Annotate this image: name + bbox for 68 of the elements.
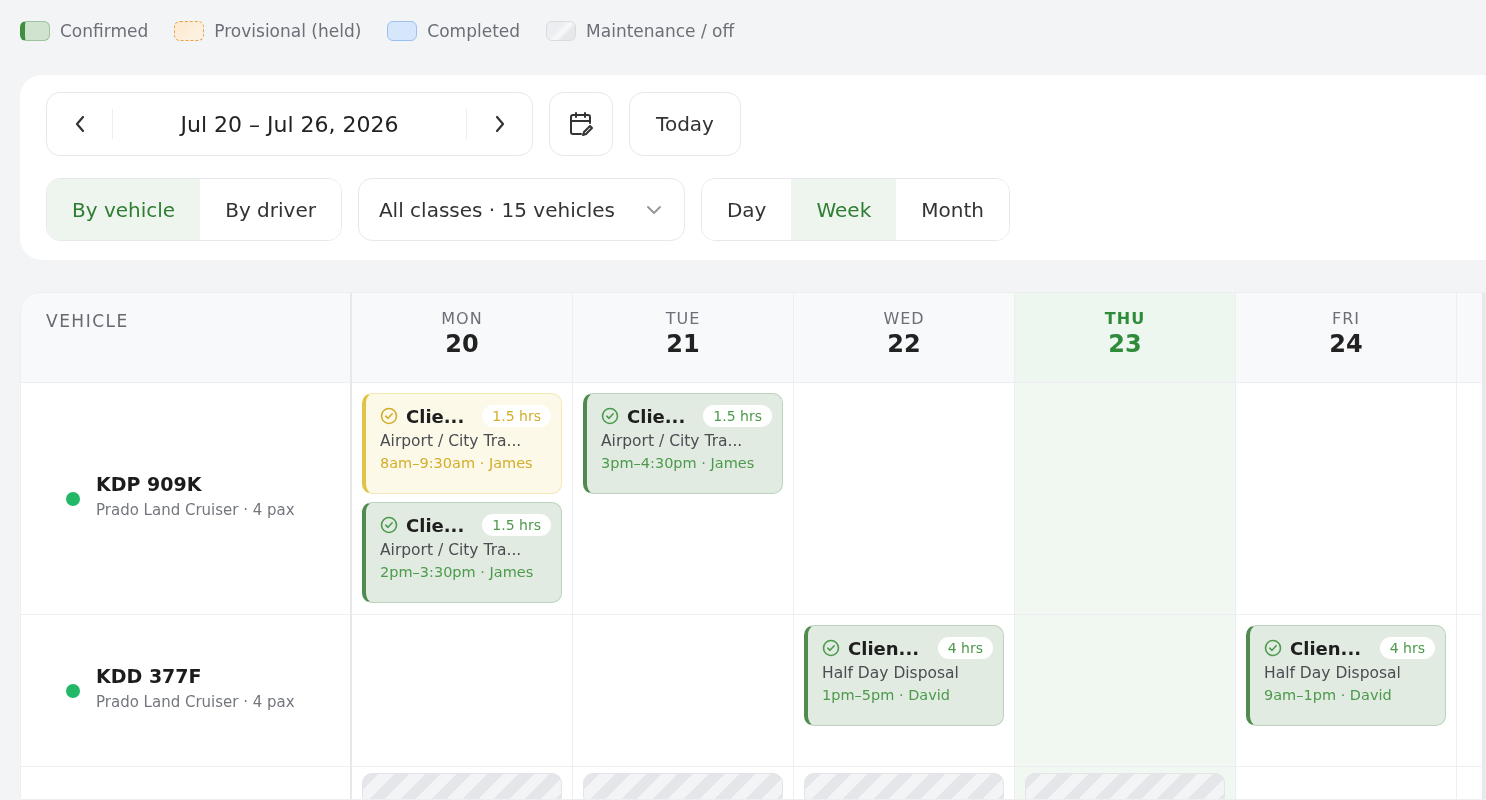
booking-title: Clie... <box>627 405 687 427</box>
schedule-cell[interactable] <box>1457 383 1485 615</box>
vehicle-filter-dropdown[interactable]: All classes · 15 vehicles <box>357 178 685 241</box>
booking-time: 2pm–3:30pm · James <box>380 564 535 580</box>
date-number: 21 <box>666 330 700 358</box>
booking-time: 3pm–4:30pm · James <box>601 455 756 471</box>
today-button[interactable]: Today <box>629 92 741 156</box>
calendar-picker-button[interactable] <box>549 92 613 156</box>
booking-time: 1pm–5pm · David <box>822 687 952 703</box>
duration-badge: 4 hrs <box>937 637 993 659</box>
booking-card[interactable]: Clie... 1.5 hrs Airport / City Tra... 8am–9:30am · James <box>362 393 562 494</box>
duration-badge: 1.5 hrs <box>482 514 551 536</box>
booking-title: Clie... <box>406 514 466 536</box>
vehicle-plate: KDD 377F <box>96 664 203 687</box>
check-circle-icon <box>1264 639 1282 657</box>
weekday-label: THU <box>1104 309 1146 328</box>
weekday-label: FRI <box>1331 309 1360 328</box>
schedule-cell[interactable] <box>352 615 573 767</box>
check-circle-icon <box>601 407 619 425</box>
booking-card[interactable]: Clie... 1.5 hrs Airport / City Tra... 2pm–3:30pm · James <box>362 502 562 603</box>
booking-service: Half Day Disposal <box>1264 664 1402 682</box>
schedule-cell[interactable]: Clie... 1.5 hrs Airport / City Tra... 3pm–4:30pm · James <box>573 383 794 615</box>
check-circle-icon <box>822 639 840 657</box>
legend-label: Provisional (held) <box>214 21 362 41</box>
vehicle-model: Prado Land Cruiser · 4 pax <box>96 692 295 711</box>
booking-service: Airport / City Tra... <box>380 432 523 450</box>
booking-service: Airport / City Tra... <box>601 432 744 450</box>
check-circle-icon <box>380 516 398 534</box>
booking-title: Clie... <box>406 405 466 427</box>
maintenance-block[interactable] <box>804 773 1004 799</box>
vehicle-model: Prado Land Cruiser · 4 pax <box>96 500 295 519</box>
group-by-tab[interactable]: By vehicle <box>47 179 201 240</box>
legend-label: Maintenance / off <box>586 21 735 41</box>
maintenance-block[interactable] <box>583 773 783 799</box>
weekday-label: MON <box>441 309 483 328</box>
calendar-edit-icon <box>567 110 595 138</box>
duration-badge: 1.5 hrs <box>482 405 551 427</box>
maintenance-block[interactable] <box>362 773 562 799</box>
booking-title: Clien... <box>1290 637 1363 659</box>
weekday-label: TUE <box>665 309 701 328</box>
date-number: 20 <box>445 330 479 358</box>
duration-badge: 1.5 hrs <box>703 405 772 427</box>
legend-label: Completed <box>427 21 521 41</box>
duration-badge: 4 hrs <box>1379 637 1435 659</box>
date-number: 22 <box>887 330 921 358</box>
booking-card[interactable]: Clie... 1.5 hrs Airport / City Tra... 3pm–4:30pm · James <box>583 393 783 494</box>
schedule-cell[interactable] <box>1457 615 1485 767</box>
chevron-down-icon <box>645 204 662 215</box>
booking-card[interactable]: Clien... 4 hrs Half Day Disposal 1pm–5pm · David <box>804 625 1004 726</box>
booking-card[interactable]: Clien... 4 hrs Half Day Disposal 9am–1pm · David <box>1246 625 1446 726</box>
date-number: 24 <box>1329 330 1363 358</box>
weekday-label: WED <box>883 309 925 328</box>
booking-service: Airport / City Tra... <box>380 541 523 559</box>
schedule-cell[interactable]: Clien... 4 hrs Half Day Disposal 9am–1pm · David <box>1236 615 1457 767</box>
booking-service: Half Day Disposal <box>822 664 960 682</box>
check-circle-icon <box>380 407 398 425</box>
booking-title: Clien... <box>848 637 921 659</box>
column-header: VEHICLE <box>21 293 352 383</box>
view-tab[interactable]: Week <box>791 179 897 240</box>
schedule-cell[interactable] <box>1015 767 1236 799</box>
schedule-cell[interactable]: Clien... 4 hrs Half Day Disposal 1pm–5pm · David <box>794 615 1015 767</box>
booking-time: 8am–9:30am · James <box>380 455 534 471</box>
legend-label: Confirmed <box>60 21 149 41</box>
booking-time: 9am–1pm · David <box>1264 687 1393 703</box>
schedule-cell[interactable]: Clie... 1.5 hrs Airport / City Tra... 8am–9:30am · James Clie... 1.5 hrs Airport / City Tra... 2pm–3:30pm · James <box>352 383 573 615</box>
date-number: 23 <box>1108 330 1142 358</box>
date-range: Jul 20 – Jul 26, 2026 <box>178 111 400 137</box>
vehicle-plate: KDP 909K <box>96 472 203 495</box>
